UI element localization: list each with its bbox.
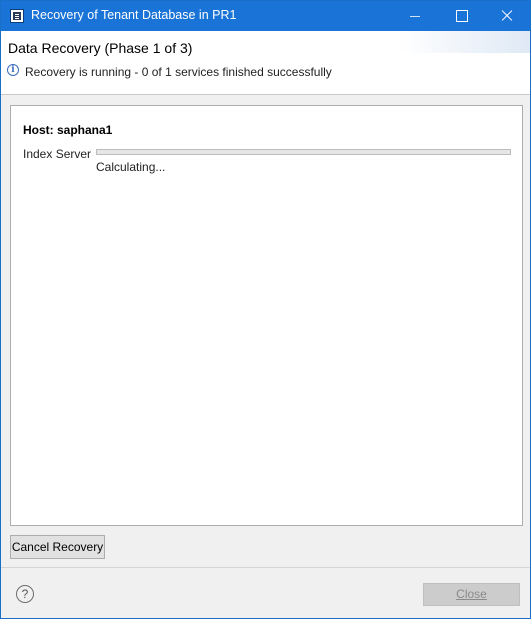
window-title: Recovery of Tenant Database in PR1	[31, 8, 237, 22]
maximize-icon[interactable]	[438, 1, 484, 31]
service-progress-bar	[96, 149, 511, 155]
header-banner	[400, 31, 530, 53]
host-label: Host: saphana1	[23, 123, 113, 137]
service-name: Index Server	[23, 147, 92, 161]
status-message: Recovery is running - 0 of 1 services fi…	[25, 65, 332, 79]
footer-divider	[1, 567, 530, 568]
page-title: Data Recovery (Phase 1 of 3)	[8, 40, 193, 56]
info-icon: i	[7, 64, 19, 76]
service-status: Calculating...	[96, 160, 166, 174]
recovery-dialog: Recovery of Tenant Database in PR1 Data …	[0, 0, 531, 619]
minimize-icon[interactable]	[392, 1, 438, 31]
database-app-icon	[10, 9, 24, 23]
dialog-header: Data Recovery (Phase 1 of 3) i Recovery …	[1, 31, 530, 95]
help-icon[interactable]: ?	[16, 585, 34, 603]
close-icon[interactable]	[484, 1, 530, 31]
recovery-progress-panel: Host: saphana1 Index Server Calculating.…	[10, 105, 523, 526]
cancel-recovery-button[interactable]: Cancel Recovery	[10, 535, 105, 559]
title-bar[interactable]: Recovery of Tenant Database in PR1	[1, 1, 530, 31]
close-button[interactable]: Close	[423, 583, 520, 606]
